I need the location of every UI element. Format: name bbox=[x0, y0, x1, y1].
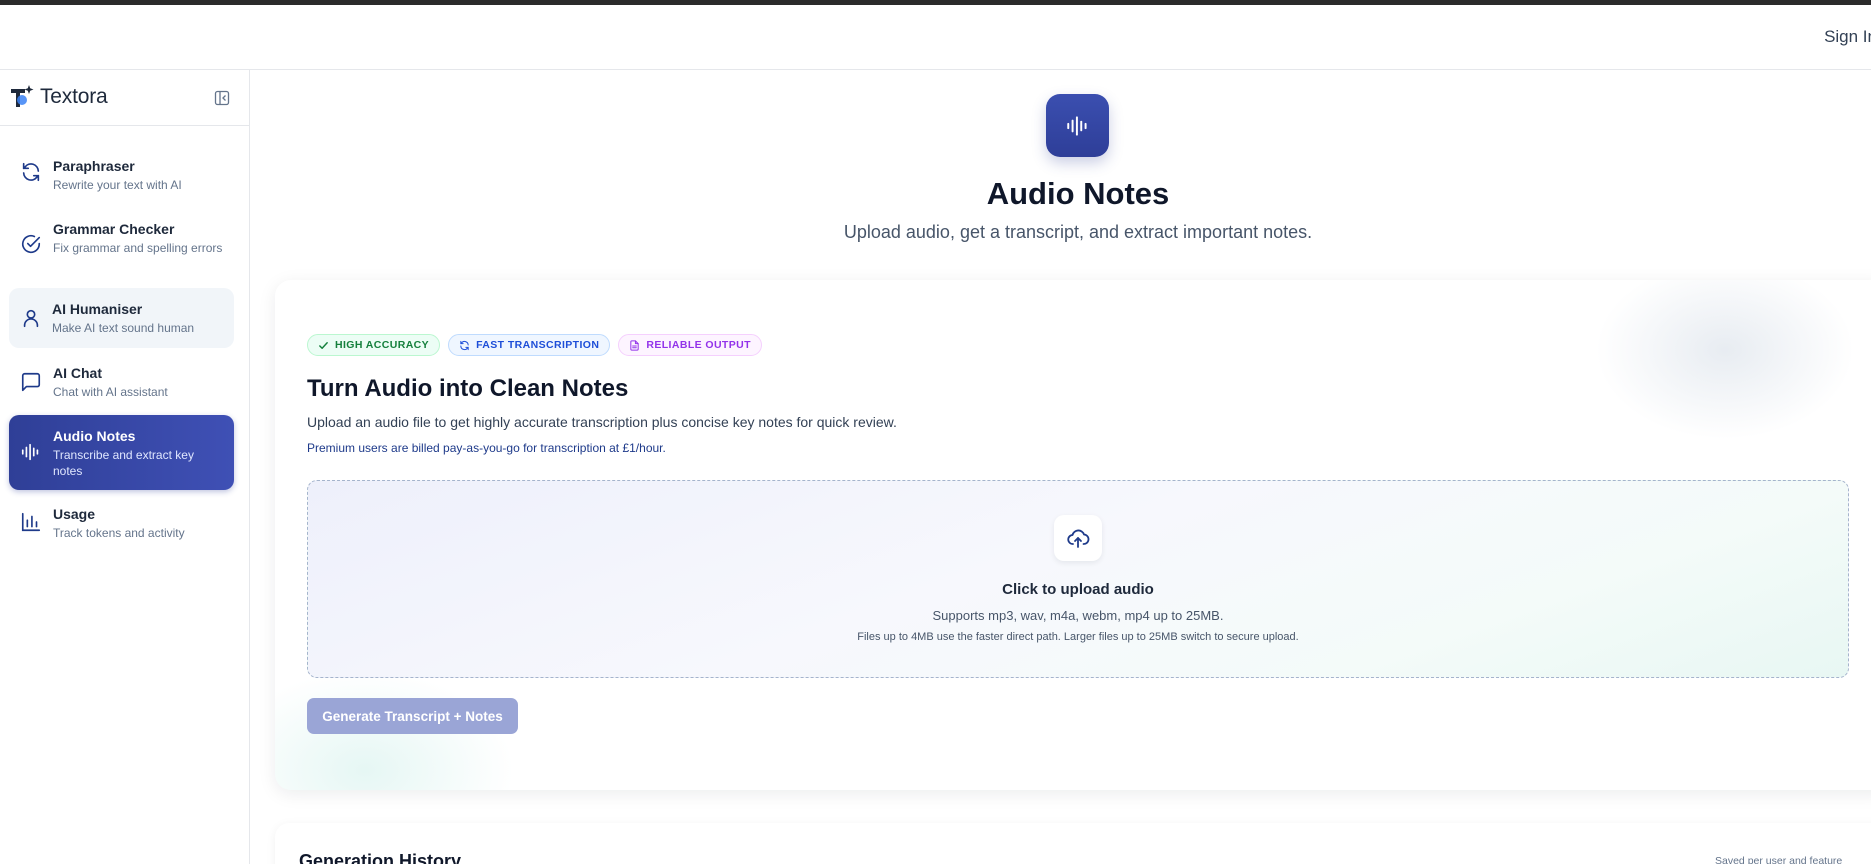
badge-label: HIGH ACCURACY bbox=[335, 339, 430, 351]
sidebar-collapse-icon[interactable] bbox=[214, 90, 230, 106]
sidebar-divider bbox=[0, 125, 249, 126]
sidebar-item-desc: Make AI text sound human bbox=[52, 321, 195, 335]
audio-wave-icon bbox=[21, 443, 39, 461]
generation-history-card bbox=[275, 823, 1871, 864]
refresh-icon bbox=[460, 340, 469, 350]
page-subtitle: Upload audio, get a transcript, and extr… bbox=[843, 222, 1313, 242]
sidebar-item-title: AI Chat bbox=[53, 365, 102, 381]
billing-note: Premium users are billed pay-as-you-go f… bbox=[307, 441, 666, 455]
bar-chart-icon bbox=[21, 512, 41, 532]
upload-icon-box bbox=[1054, 515, 1102, 561]
top-header: Sign In bbox=[0, 5, 1871, 70]
history-title: Generation History bbox=[299, 851, 462, 864]
card-description: Upload an audio file to get highly accur… bbox=[307, 414, 897, 430]
sign-in-link[interactable]: Sign In bbox=[1824, 27, 1871, 47]
sidebar-item-title: Usage bbox=[53, 506, 96, 522]
sidebar-item-title: AI Humaniser bbox=[52, 301, 143, 317]
brand-name: Textora bbox=[40, 85, 108, 108]
page-title: Audio Notes bbox=[986, 176, 1170, 211]
dropzone-supported-formats: Supports mp3, wav, m4a, webm, mp4 up to … bbox=[932, 608, 1224, 623]
document-icon bbox=[630, 339, 640, 351]
badge-fast-transcription: FAST TRANSCRIPTION bbox=[448, 334, 611, 356]
sidebar-item-title: Paraphraser bbox=[53, 158, 135, 174]
sidebar-item-ai-humaniser[interactable]: AI Humaniser Make AI text sound human bbox=[9, 288, 234, 348]
brand[interactable]: Textora bbox=[8, 82, 108, 112]
history-meta: Saved per user and feature bbox=[1715, 855, 1843, 864]
sidebar-item-audio-notes[interactable]: Audio Notes Transcribe and extract key n… bbox=[9, 415, 234, 490]
sidebar-item-ai-chat[interactable]: AI Chat Chat with AI assistant bbox=[9, 356, 234, 408]
badge-label: FAST TRANSCRIPTION bbox=[476, 339, 600, 351]
user-icon bbox=[23, 309, 39, 328]
badge-reliable-output: RELIABLE OUTPUT bbox=[618, 334, 762, 356]
dropzone-title: Click to upload audio bbox=[1002, 581, 1154, 598]
generate-transcript-button[interactable]: Generate Transcript + Notes bbox=[307, 698, 518, 734]
textora-logo-icon bbox=[11, 85, 34, 107]
sidebar-item-desc: Chat with AI assistant bbox=[53, 385, 168, 399]
sidebar-item-usage[interactable]: Usage Track tokens and activity bbox=[9, 496, 234, 548]
audio-notes-hero-icon bbox=[1046, 94, 1109, 157]
card-title: Turn Audio into Clean Notes bbox=[307, 375, 629, 402]
feature-badges: HIGH ACCURACY FAST TRANSCRIPTION RELIABL… bbox=[307, 334, 762, 356]
badge-label: RELIABLE OUTPUT bbox=[646, 339, 751, 351]
sidebar-item-desc: Track tokens and activity bbox=[53, 526, 185, 540]
badge-high-accuracy: HIGH ACCURACY bbox=[307, 334, 441, 356]
chat-icon bbox=[21, 372, 41, 392]
sidebar-item-desc: Transcribe and extract key notes bbox=[53, 448, 194, 478]
audio-dropzone[interactable]: Click to upload audio Supports mp3, wav,… bbox=[307, 480, 1849, 678]
audio-wave-icon bbox=[1066, 115, 1087, 136]
check-icon bbox=[319, 341, 328, 349]
sidebar-item-title: Audio Notes bbox=[53, 428, 136, 444]
cloud-upload-icon bbox=[1067, 529, 1090, 548]
dropzone-size-note: Files up to 4MB use the faster direct pa… bbox=[857, 631, 1299, 643]
